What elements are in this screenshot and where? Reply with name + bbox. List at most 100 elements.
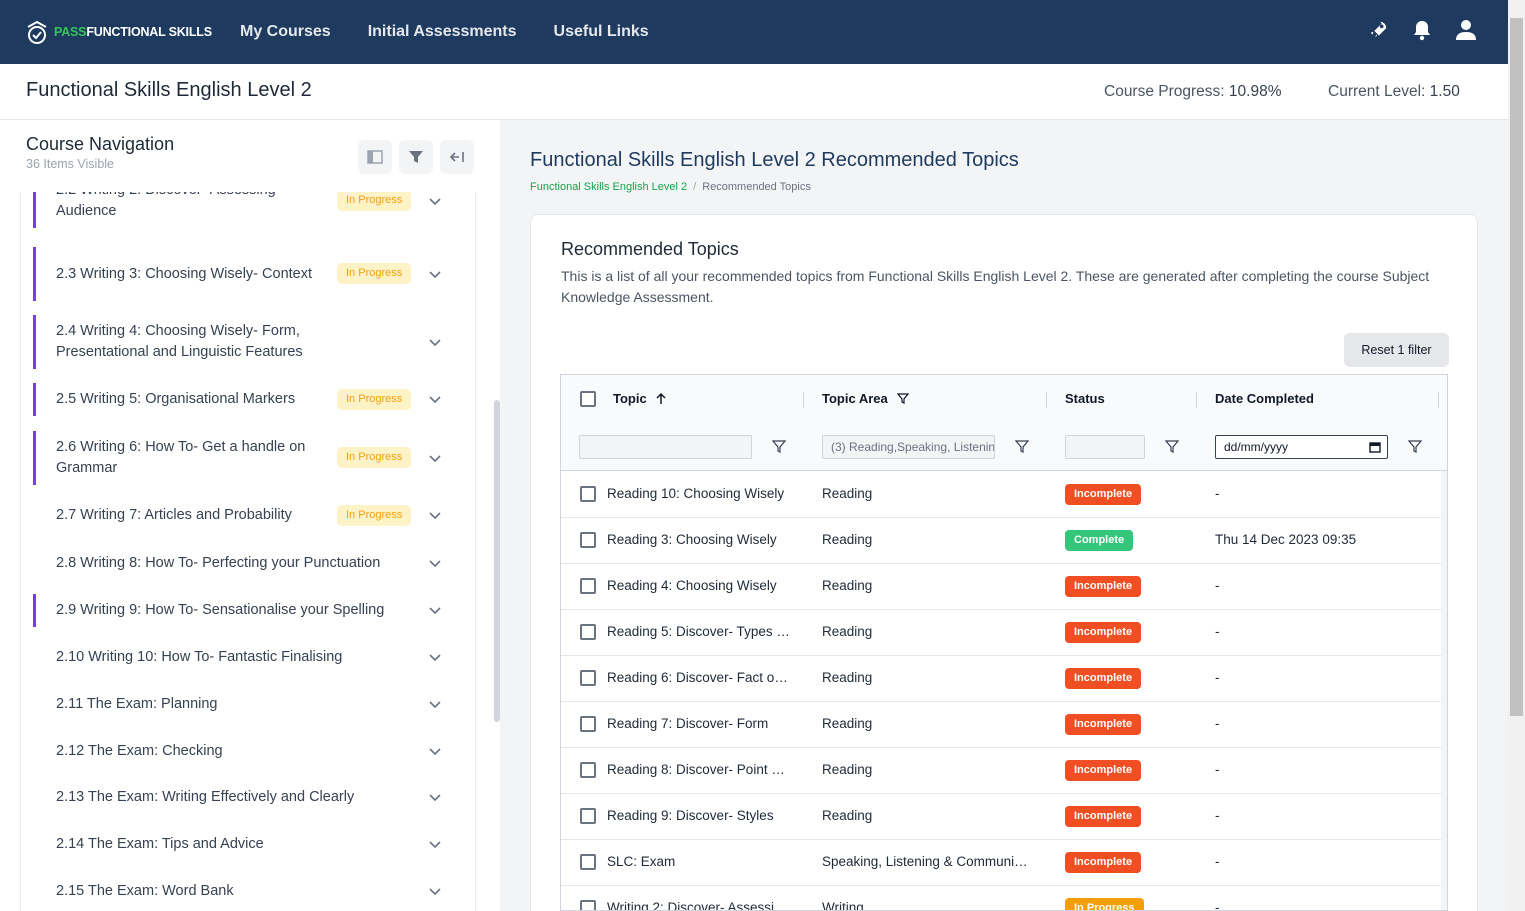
user-icon[interactable] (1454, 18, 1478, 42)
collapse-sidebar-button[interactable] (440, 140, 474, 174)
chevron-down-icon[interactable] (427, 789, 443, 805)
table-row[interactable]: Reading 7: Discover- Form Reading Incomp… (561, 702, 1441, 748)
filter-icon[interactable] (1408, 440, 1422, 454)
logo[interactable]: PASSFUNCTIONAL SKILLS (24, 18, 224, 46)
chevron-down-icon[interactable] (427, 743, 443, 759)
reset-filter-button[interactable]: Reset 1 filter (1344, 333, 1449, 367)
nav-my-courses[interactable]: My Courses (240, 23, 331, 41)
course-navigation-list: 2.2 Writing 2: Discover- Assessing Audie… (20, 172, 476, 911)
table-row[interactable]: Reading 3: Choosing Wisely Reading Compl… (561, 518, 1441, 564)
column-header-date-completed[interactable]: Date Completed (1215, 391, 1314, 406)
row-checkbox[interactable] (580, 854, 596, 870)
nav-useful-links[interactable]: Useful Links (554, 23, 649, 41)
calendar-icon[interactable] (1369, 441, 1381, 453)
chevron-down-icon[interactable] (427, 555, 443, 571)
row-date-completed: - (1215, 578, 1220, 593)
sidebar-item[interactable]: 2.6 Writing 6: How To- Get a handle on G… (21, 431, 477, 485)
table-row[interactable]: Writing 2: Discover- Assessing Audience … (561, 886, 1441, 910)
row-topic-area: Reading (822, 532, 873, 547)
breadcrumb-course-link[interactable]: Functional Skills English Level 2 (530, 181, 687, 193)
filter-active-icon[interactable] (896, 392, 909, 405)
chevron-down-icon[interactable] (427, 507, 443, 523)
sidebar-item[interactable]: 2.4 Writing 4: Choosing Wisely- Form, Pr… (21, 315, 477, 369)
sidebar-item[interactable]: 2.8 Writing 8: How To- Perfecting your P… (21, 553, 477, 574)
sidebar-item[interactable]: 2.3 Writing 3: Choosing Wisely- Context … (21, 247, 477, 301)
table-row[interactable]: SLC: Exam Speaking, Listening & Communic… (561, 840, 1441, 886)
chevron-down-icon[interactable] (427, 649, 443, 665)
table-scrollbar[interactable] (1441, 471, 1447, 910)
select-all-checkbox[interactable] (580, 391, 596, 407)
chevron-down-icon[interactable] (427, 696, 443, 712)
breadcrumb: Functional Skills English Level 2/Recomm… (530, 181, 811, 193)
chevron-down-icon[interactable] (427, 391, 443, 407)
table-row[interactable]: Reading 4: Choosing Wisely Reading Incom… (561, 564, 1441, 610)
sidebar-item[interactable]: 2.10 Writing 10: How To- Fantastic Final… (21, 647, 477, 668)
row-checkbox[interactable] (580, 716, 596, 732)
row-topic: Reading 6: Discover- Fact or Opinion (607, 670, 792, 685)
sidebar-scrollbar[interactable] (494, 400, 500, 722)
filter-icon[interactable] (1015, 440, 1029, 454)
topic-filter-input[interactable] (579, 435, 752, 459)
table-row[interactable]: Reading 8: Discover- Point of View Readi… (561, 748, 1441, 794)
sort-asc-icon[interactable] (655, 392, 667, 405)
sidebar-item[interactable]: 2.11 The Exam: Planning (21, 694, 477, 715)
sidebar-item[interactable]: 2.13 The Exam: Writing Effectively and C… (21, 787, 477, 808)
filter-icon[interactable] (1165, 440, 1179, 454)
sidebar-item[interactable]: 2.15 The Exam: Word Bank (21, 881, 477, 902)
row-topic: Reading 4: Choosing Wisely (607, 578, 777, 593)
table-row[interactable]: Reading 10: Choosing Wisely Reading Inco… (561, 472, 1441, 518)
breadcrumb-current: Recommended Topics (702, 181, 811, 193)
sidebar-items-count: 36 Items Visible (26, 157, 115, 171)
course-progress-value: 10.98% (1228, 83, 1282, 100)
row-checkbox[interactable] (580, 900, 596, 910)
date-placeholder: dd/mm/yyyy (1224, 440, 1289, 454)
column-header-topic-area-label: Topic Area (822, 391, 888, 406)
sidebar-item[interactable]: 2.5 Writing 5: Organisational Markers In… (21, 383, 477, 416)
row-checkbox[interactable] (580, 762, 596, 778)
row-checkbox[interactable] (580, 670, 596, 686)
sidebar-item-label: 2.3 Writing 3: Choosing Wisely- Context (56, 265, 313, 282)
column-header-topic-area[interactable]: Topic Area (822, 391, 909, 406)
filter-icon[interactable] (772, 440, 786, 454)
column-header-topic[interactable]: Topic (613, 391, 667, 406)
chevron-down-icon[interactable] (427, 602, 443, 618)
table-row[interactable]: Reading 6: Discover- Fact or Opinion Rea… (561, 656, 1441, 702)
chevron-down-icon[interactable] (427, 883, 443, 899)
chevron-down-icon[interactable] (427, 266, 443, 282)
status-badge: Incomplete (1065, 576, 1142, 597)
date-filter-input[interactable]: dd/mm/yyyy (1215, 435, 1388, 459)
table-row[interactable]: Reading 5: Discover- Types of Texts Read… (561, 610, 1441, 656)
status-filter-input[interactable] (1065, 435, 1145, 459)
chevron-down-icon[interactable] (427, 193, 443, 209)
bell-icon[interactable] (1410, 18, 1434, 42)
chevron-down-icon[interactable] (427, 334, 443, 350)
rocket-icon[interactable] (1366, 18, 1390, 42)
sidebar-item[interactable]: 2.7 Writing 7: Articles and Probability … (21, 505, 477, 526)
row-checkbox[interactable] (580, 486, 596, 502)
course-progress: Course Progress: 10.98% (1104, 83, 1282, 101)
toggle-layout-button[interactable] (358, 140, 392, 174)
sidebar-filter-button[interactable] (399, 140, 433, 174)
topic-area-filter-input[interactable]: (3) Reading,Speaking, Listening (822, 435, 995, 459)
sidebar-item-label: 2.4 Writing 4: Choosing Wisely- Form, Pr… (56, 323, 303, 360)
row-date-completed: Thu 14 Dec 2023 09:35 (1215, 532, 1357, 547)
column-header-status[interactable]: Status (1065, 391, 1105, 406)
row-topic-area: Reading (822, 670, 873, 685)
page-scrollbar-thumb[interactable] (1510, 18, 1523, 716)
chevron-down-icon[interactable] (427, 836, 443, 852)
row-checkbox[interactable] (580, 532, 596, 548)
sidebar-item[interactable]: 2.9 Writing 9: How To- Sensationalise yo… (21, 594, 477, 627)
row-checkbox[interactable] (580, 578, 596, 594)
card-title: Recommended Topics (561, 239, 739, 259)
status-badge: Incomplete (1065, 484, 1142, 505)
column-header-topic-label: Topic (613, 391, 647, 406)
chevron-down-icon[interactable] (427, 450, 443, 466)
sidebar-item[interactable]: 2.12 The Exam: Checking (21, 741, 477, 762)
row-checkbox[interactable] (580, 808, 596, 824)
table-row[interactable]: Reading 9: Discover- Styles Reading Inco… (561, 794, 1441, 840)
sidebar-item-label: 2.8 Writing 8: How To- Perfecting your P… (56, 555, 381, 571)
sidebar-item[interactable]: 2.14 The Exam: Tips and Advice (21, 834, 477, 855)
nav-initial-assessments[interactable]: Initial Assessments (368, 23, 517, 41)
sidebar-item-label: 2.15 The Exam: Word Bank (56, 883, 234, 899)
row-checkbox[interactable] (580, 624, 596, 640)
